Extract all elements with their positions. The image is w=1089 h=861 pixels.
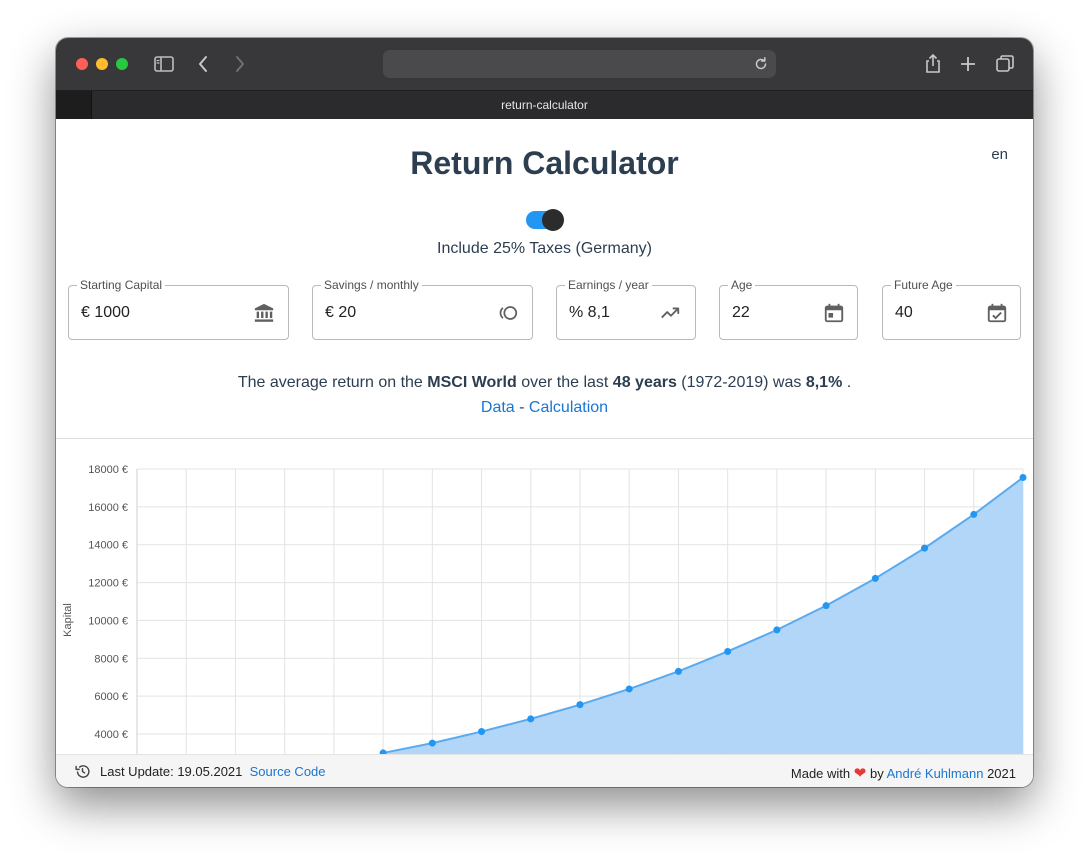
- y-tick-label: 12000 €: [88, 578, 128, 590]
- close-window-button[interactable]: [76, 58, 88, 70]
- starting-capital-field[interactable]: Starting Capital € 1000: [68, 278, 289, 340]
- earnings-year-field[interactable]: Earnings / year % 8,1: [556, 278, 696, 340]
- bank-icon: [253, 302, 275, 324]
- calendar-check-icon: [986, 302, 1008, 324]
- field-label: Future Age: [891, 278, 956, 292]
- data-point: [478, 728, 486, 736]
- field-label: Starting Capital: [77, 278, 166, 292]
- share-icon[interactable]: [921, 52, 945, 76]
- data-point: [970, 510, 978, 518]
- y-axis-label: Kapital: [62, 603, 74, 637]
- data-point: [527, 715, 535, 723]
- starting-capital-input[interactable]: € 1000: [81, 304, 130, 322]
- y-tick-label: 18000 €: [88, 464, 128, 476]
- sidebar-toggle-icon[interactable]: [152, 52, 176, 76]
- footer-left: Last Update: 19.05.2021 Source Code: [100, 764, 326, 779]
- info-text: The average return on the: [237, 374, 428, 391]
- average-return-info: The average return on the MSCI World ove…: [56, 374, 1033, 392]
- savings-monthly-field[interactable]: Savings / monthly € 20: [312, 278, 533, 340]
- data-point: [1019, 474, 1027, 482]
- minimize-window-button[interactable]: [96, 58, 108, 70]
- y-tick-label: 6000 €: [94, 691, 128, 703]
- y-tick-label: 16000 €: [88, 502, 128, 514]
- new-tab-icon[interactable]: [956, 52, 980, 76]
- forward-icon[interactable]: [227, 52, 251, 76]
- data-point: [773, 626, 781, 634]
- data-point: [576, 701, 584, 709]
- by-text: by: [869, 766, 884, 781]
- field-label: Savings / monthly: [321, 278, 422, 292]
- link-separator: -: [514, 399, 529, 416]
- average-rate: 8,1%: [805, 374, 843, 391]
- field-label: Earnings / year: [565, 278, 652, 292]
- page-title: Return Calculator: [410, 145, 679, 181]
- address-bar[interactable]: [383, 50, 776, 78]
- heart-icon: ❤: [853, 765, 867, 782]
- made-with-text: Made with: [790, 766, 851, 781]
- data-point: [921, 544, 929, 552]
- capital-area: [383, 477, 1024, 755]
- source-links: Data - Calculation: [56, 399, 1033, 417]
- back-icon[interactable]: [192, 52, 216, 76]
- footer-right: Made with ❤ by André Kuhlmann 2021: [791, 764, 1016, 782]
- zoom-window-button[interactable]: [116, 58, 128, 70]
- info-text: .: [842, 374, 852, 391]
- language-selector[interactable]: en: [991, 146, 1008, 163]
- tab-overview-icon[interactable]: [993, 52, 1017, 76]
- data-point: [724, 647, 732, 655]
- index-name: MSCI World: [427, 374, 517, 391]
- source-code-link[interactable]: Source Code: [250, 764, 326, 779]
- data-point: [428, 739, 436, 747]
- calculation-link[interactable]: Calculation: [529, 399, 608, 416]
- reload-icon[interactable]: [752, 55, 770, 73]
- author-link[interactable]: André Kuhlmann: [887, 766, 984, 781]
- browser-window: return-calculator Return Calculator en I…: [56, 38, 1033, 787]
- toggle-knob[interactable]: [542, 209, 564, 231]
- capital-chart: 18000 € 16000 € 14000 € 12000 € 10000 € 8000 …: [62, 464, 1027, 757]
- field-label: Age: [728, 278, 756, 292]
- trending-up-icon: [659, 302, 681, 324]
- last-update: Last Update: 19.05.2021: [100, 764, 243, 779]
- y-tick-label: 4000 €: [94, 729, 128, 741]
- page-content: Return Calculator en Include 25% Taxes (…: [56, 119, 1033, 787]
- info-text: over the last: [516, 374, 613, 391]
- tax-toggle[interactable]: [525, 209, 565, 231]
- info-text: (1972-2019) was: [676, 374, 806, 391]
- earnings-year-input[interactable]: % 8,1: [569, 304, 610, 322]
- data-point: [625, 685, 633, 693]
- divider: [56, 438, 1033, 439]
- data-point: [822, 602, 830, 610]
- age-input[interactable]: 22: [732, 304, 750, 322]
- calendar-icon: [823, 302, 845, 324]
- data-point: [674, 667, 682, 675]
- years-count: 48 years: [612, 374, 677, 391]
- footer-year: 2021: [987, 766, 1016, 781]
- tab-bar: return-calculator: [56, 90, 1033, 120]
- y-tick-label: 10000 €: [88, 615, 128, 627]
- future-age-field[interactable]: Future Age 40: [882, 278, 1021, 340]
- savings-monthly-input[interactable]: € 20: [325, 304, 356, 322]
- data-link[interactable]: Data: [481, 399, 515, 416]
- browser-toolbar: [56, 38, 1033, 90]
- y-tick-label: 8000 €: [94, 653, 128, 665]
- footer: Last Update: 19.05.2021 Source Code Made…: [56, 754, 1033, 787]
- coins-icon: [497, 302, 519, 324]
- y-tick-label: 14000 €: [88, 540, 128, 552]
- history-icon: [75, 765, 90, 778]
- data-point: [871, 574, 879, 582]
- age-field[interactable]: Age 22: [719, 278, 858, 340]
- future-age-input[interactable]: 40: [895, 304, 913, 322]
- tab-return-calculator[interactable]: return-calculator: [56, 98, 1033, 112]
- tax-toggle-label: Include 25% Taxes (Germany): [437, 240, 652, 257]
